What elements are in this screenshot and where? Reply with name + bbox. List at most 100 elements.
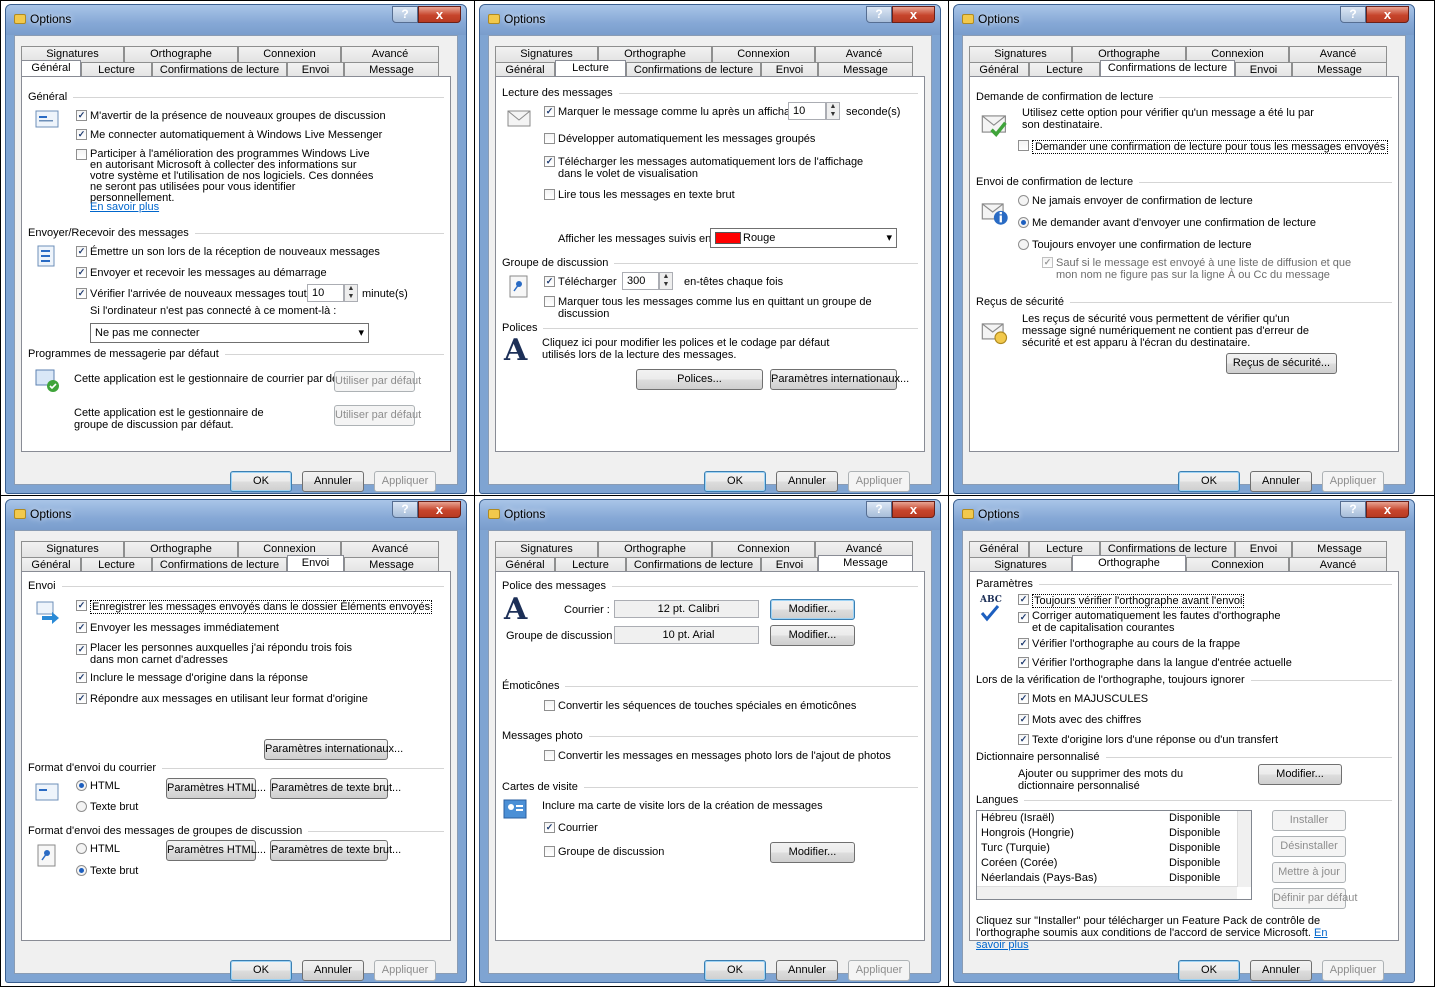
mail-font-modify-button[interactable]: Modifier... bbox=[770, 599, 855, 620]
close-button[interactable]: x bbox=[418, 6, 461, 23]
use-default-mail-button[interactable]: Utiliser par défaut bbox=[334, 371, 421, 392]
apply-button[interactable]: Appliquer bbox=[848, 960, 910, 981]
languages-hscrollbar[interactable] bbox=[977, 886, 1237, 899]
expand-groups-checkbox[interactable] bbox=[544, 133, 555, 144]
news-plain-radio[interactable] bbox=[76, 865, 87, 876]
uninstall-button[interactable]: Désinstaller bbox=[1272, 836, 1346, 857]
security-receipts-button[interactable]: Reçus de sécurité... bbox=[1226, 353, 1337, 374]
reply-format-checkbox[interactable]: ✓ bbox=[76, 693, 87, 704]
vcard-mail-checkbox[interactable]: ✓ bbox=[544, 822, 555, 833]
international-settings-button[interactable]: Paramètres internationaux... bbox=[264, 739, 403, 760]
language-row[interactable]: Hongrois (Hongrie) Disponible bbox=[977, 826, 1251, 841]
fonts-button[interactable]: Polices... bbox=[636, 369, 763, 390]
improvement-checkbox[interactable] bbox=[76, 149, 87, 160]
add-replied-checkbox[interactable]: ✓ bbox=[76, 644, 87, 655]
mail-html-radio[interactable] bbox=[76, 780, 87, 791]
mark-read-spinner[interactable]: ▲ ▼ bbox=[826, 102, 840, 120]
mark-read-seconds-input[interactable]: 10 bbox=[788, 102, 826, 120]
mail-plain-radio[interactable] bbox=[76, 801, 87, 812]
language-row[interactable]: Coréen (Corée) Disponible bbox=[977, 856, 1251, 871]
ok-button[interactable]: OK bbox=[230, 471, 292, 492]
ok-button[interactable]: OK bbox=[1178, 960, 1240, 981]
ok-button[interactable]: OK bbox=[1178, 471, 1240, 492]
apply-button[interactable]: Appliquer bbox=[374, 471, 436, 492]
check-minutes-spinner[interactable]: ▲ ▼ bbox=[344, 284, 358, 302]
request-all-checkbox[interactable] bbox=[1018, 140, 1029, 151]
apply-button[interactable]: Appliquer bbox=[1322, 471, 1384, 492]
download-preview-checkbox[interactable]: ✓ bbox=[544, 156, 555, 167]
cancel-button[interactable]: Annuler bbox=[776, 471, 838, 492]
tab-signatures[interactable]: Signatures bbox=[495, 541, 598, 557]
close-button[interactable]: x bbox=[1366, 6, 1409, 23]
cancel-button[interactable]: Annuler bbox=[1250, 960, 1312, 981]
always-send-radio[interactable] bbox=[1018, 239, 1029, 250]
except-list-checkbox[interactable]: ✓ bbox=[1042, 257, 1053, 268]
headers-count-spinner[interactable]: ▲ ▼ bbox=[659, 272, 673, 290]
ok-button[interactable]: OK bbox=[230, 960, 292, 981]
ok-button[interactable]: OK bbox=[704, 960, 766, 981]
photo-checkbox[interactable] bbox=[544, 750, 555, 761]
ignore-uppercase-checkbox[interactable]: ✓ bbox=[1018, 693, 1029, 704]
plain-text-checkbox[interactable] bbox=[544, 189, 555, 200]
cancel-button[interactable]: Annuler bbox=[776, 960, 838, 981]
tab-signatures[interactable]: Signatures bbox=[969, 46, 1072, 62]
help-button[interactable]: ? bbox=[1340, 6, 1366, 23]
tab-spelling[interactable]: Orthographe bbox=[598, 541, 712, 557]
mail-html-settings-button[interactable]: Paramètres HTML... bbox=[166, 778, 266, 799]
languages-list[interactable]: Hébreu (Israël) Disponible Hongrois (Hongr… bbox=[976, 810, 1252, 900]
tab-advanced[interactable]: Avancé bbox=[341, 46, 439, 62]
international-settings-button[interactable]: Paramètres internationaux... bbox=[770, 369, 909, 390]
save-sent-checkbox[interactable]: ✓ bbox=[76, 600, 87, 611]
tab-general[interactable]: Général bbox=[969, 541, 1029, 557]
dictionary-modify-button[interactable]: Modifier... bbox=[1258, 764, 1342, 785]
cancel-button[interactable]: Annuler bbox=[1250, 471, 1312, 492]
news-html-settings-button[interactable]: Paramètres HTML... bbox=[166, 840, 266, 861]
check-every-checkbox[interactable]: ✓ bbox=[76, 288, 87, 299]
input-lang-checkbox[interactable]: ✓ bbox=[1018, 657, 1029, 668]
never-send-radio[interactable] bbox=[1018, 195, 1029, 206]
help-button[interactable]: ? bbox=[1340, 501, 1366, 518]
download-headers-checkbox[interactable]: ✓ bbox=[544, 276, 555, 287]
vcard-modify-button[interactable]: Modifier... bbox=[770, 842, 855, 863]
ignore-numbers-checkbox[interactable]: ✓ bbox=[1018, 714, 1029, 725]
tab-signatures[interactable]: Signatures bbox=[21, 541, 124, 557]
watched-color-dropdown[interactable]: Rouge bbox=[710, 228, 897, 248]
connect-messenger-checkbox[interactable]: ✓ bbox=[76, 129, 87, 140]
cancel-button[interactable]: Annuler bbox=[302, 960, 364, 981]
help-button[interactable]: ? bbox=[392, 501, 418, 518]
tab-advanced[interactable]: Avancé bbox=[1289, 46, 1387, 62]
vcard-news-checkbox[interactable] bbox=[544, 846, 555, 857]
apply-button[interactable]: Appliquer bbox=[848, 471, 910, 492]
news-html-radio[interactable] bbox=[76, 843, 87, 854]
tab-advanced[interactable]: Avancé bbox=[341, 541, 439, 557]
tab-connection[interactable]: Connexion bbox=[238, 46, 341, 62]
help-button[interactable]: ? bbox=[866, 501, 892, 518]
install-button[interactable]: Installer bbox=[1272, 810, 1346, 831]
help-button[interactable]: ? bbox=[866, 6, 892, 23]
ignore-original-checkbox[interactable]: ✓ bbox=[1018, 734, 1029, 745]
update-button[interactable]: Mettre à jour bbox=[1272, 862, 1346, 883]
help-button[interactable]: ? bbox=[392, 6, 418, 23]
autocorrect-checkbox[interactable]: ✓ bbox=[1018, 612, 1029, 623]
always-check-checkbox[interactable]: ✓ bbox=[1018, 594, 1029, 605]
play-sound-checkbox[interactable]: ✓ bbox=[76, 246, 87, 257]
mark-read-checkbox[interactable]: ✓ bbox=[544, 106, 555, 117]
language-row[interactable]: Hébreu (Israël) Disponible bbox=[977, 811, 1251, 826]
notify-groups-checkbox[interactable]: ✓ bbox=[76, 110, 87, 121]
news-font-modify-button[interactable]: Modifier... bbox=[770, 625, 855, 646]
set-default-button[interactable]: Définir par défaut bbox=[1272, 888, 1357, 909]
tab-spelling[interactable]: Orthographe bbox=[124, 541, 238, 557]
use-default-news-button[interactable]: Utiliser par défaut bbox=[334, 405, 421, 426]
language-row[interactable]: Néerlandais (Pays-Bas) Disponible bbox=[977, 871, 1251, 886]
include-original-checkbox[interactable]: ✓ bbox=[76, 672, 87, 683]
close-button[interactable]: x bbox=[892, 501, 935, 518]
mark-all-read-checkbox[interactable] bbox=[544, 296, 555, 307]
close-button[interactable]: x bbox=[892, 6, 935, 23]
tab-connection[interactable]: Connexion bbox=[712, 46, 815, 62]
language-row[interactable]: Turc (Turquie) Disponible bbox=[977, 841, 1251, 856]
learn-more-link[interactable]: En savoir plus bbox=[90, 201, 159, 213]
tab-spelling[interactable]: Orthographe bbox=[124, 46, 238, 62]
close-button[interactable]: x bbox=[418, 501, 461, 518]
ask-before-send-radio[interactable] bbox=[1018, 217, 1029, 228]
as-you-type-checkbox[interactable]: ✓ bbox=[1018, 638, 1029, 649]
